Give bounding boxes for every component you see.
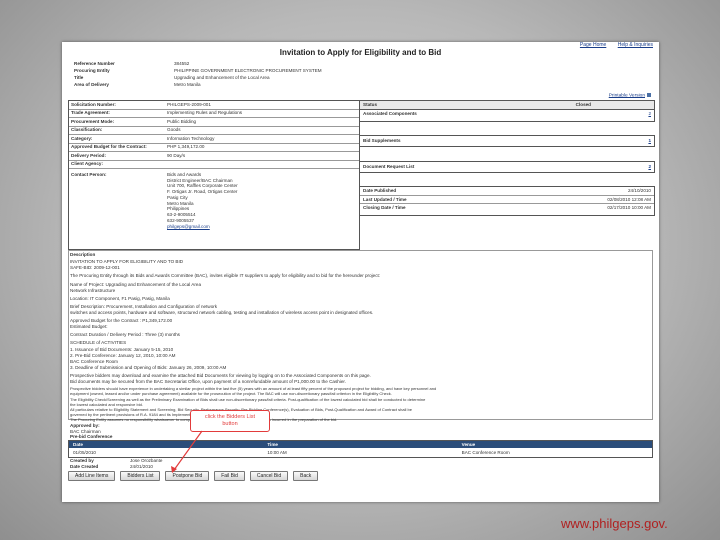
browser-page: Page Home Help & Inquiries Invitation to… — [62, 42, 659, 502]
callout-arrow — [171, 430, 203, 473]
footer-url: www.philgeps.gov. — [561, 516, 668, 531]
